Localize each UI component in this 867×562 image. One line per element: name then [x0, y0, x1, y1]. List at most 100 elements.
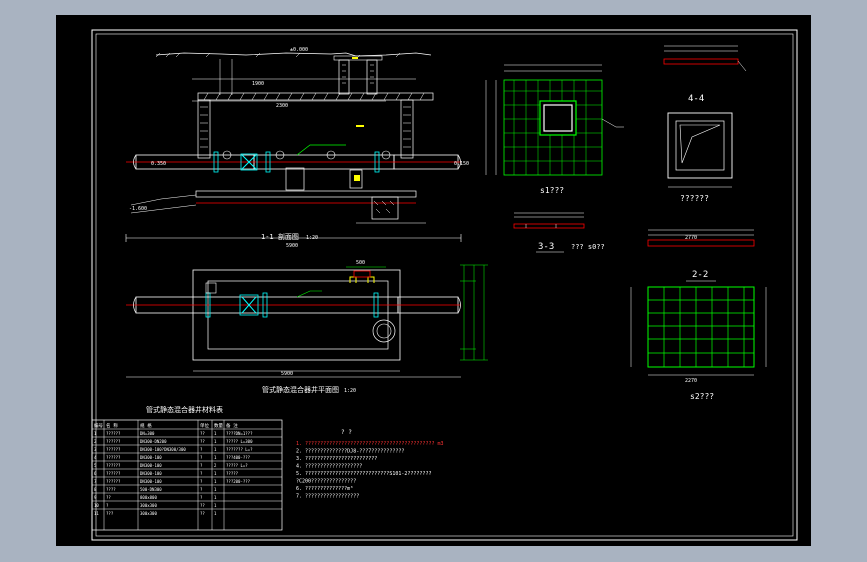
table-cell: ???: [106, 511, 114, 516]
table-cell: 11: [94, 511, 99, 516]
table-cell: 1: [94, 431, 97, 436]
note-line: 1. ?????????????????????????????????????…: [296, 441, 444, 447]
table-cell: 10: [94, 503, 99, 508]
notes-title: ? ?: [341, 429, 352, 436]
table-cell: 300x300: [140, 511, 157, 516]
table-cell: ??????: [106, 471, 121, 476]
table-cell: 1: [214, 439, 217, 444]
cover-slab-drawing: [667, 112, 733, 188]
table-cell: 1: [214, 455, 217, 460]
note-line: 3. ????????????????????????: [296, 456, 377, 462]
table-cell: 1: [214, 487, 217, 492]
dim-2300: 2300: [276, 103, 288, 109]
table-cell: ??????? L=?: [226, 447, 253, 452]
table-cell: 1: [214, 447, 217, 452]
note-line: 6. ??????????????m³: [296, 486, 353, 492]
label-s2: s2???: [690, 392, 714, 401]
section-4-4-title: 4-4: [688, 94, 704, 104]
section-3-3-drawing: [513, 212, 585, 229]
plan-view-drawing: [126, 264, 488, 378]
table-header-cell: 数量: [214, 422, 223, 429]
table-cell: 1: [214, 503, 217, 508]
dim-2270: 2270: [685, 378, 697, 384]
table-cell: ?: [200, 495, 203, 500]
dim-2770: 2770: [685, 235, 697, 241]
table-cell: ??????: [106, 455, 121, 460]
table-cell: 6: [94, 471, 97, 476]
table-cell: ?: [200, 447, 203, 452]
table-cell: ?: [200, 455, 203, 460]
section-4-4-drawing: [663, 45, 747, 72]
dim-1900: 1900: [252, 81, 264, 87]
elevation-label-bottom: -1.600: [129, 206, 147, 212]
note-line: ?C200???????????????: [296, 479, 356, 485]
table-cell: DN300-100: [140, 471, 162, 476]
table-cell: ???200-???: [226, 479, 251, 484]
materials-table-grid: [91, 419, 283, 531]
table-cell: DN300-100: [140, 479, 162, 484]
table-cell: ??????: [106, 439, 121, 444]
table-cell: 9: [94, 495, 97, 500]
table-cell: 300x300: [140, 503, 157, 508]
table-header-cell: 编号: [94, 422, 103, 429]
table-cell: ??: [200, 503, 205, 508]
table-cell: 7: [94, 479, 97, 484]
note-line: 7. ??????????????????: [296, 494, 359, 500]
table-cell: DN300-100?DN300/300: [140, 447, 186, 452]
table-cell: DN300-100: [140, 455, 162, 460]
section-2-2-drawing: [647, 229, 755, 247]
table-cell: ?: [200, 471, 203, 476]
label-cover-slab: ??????: [680, 194, 709, 203]
table-cell: ??????: [106, 431, 121, 436]
section-1-1-scale: 1:20: [306, 235, 318, 241]
table-cell: DN300-DN200: [140, 439, 167, 444]
elevation-label-top: ±0.000: [290, 47, 308, 53]
dim-500-plan: 500: [356, 260, 365, 266]
table-cell: DN=300: [140, 431, 155, 436]
inner-border: [95, 33, 794, 537]
table-cell: DN300-100: [140, 463, 162, 468]
dim-5900-plan: 5900: [281, 371, 293, 377]
table-cell: ??: [200, 511, 205, 516]
section-1-1-drawing: [125, 52, 462, 242]
materials-table-title: 管式静态混合器井材料表: [146, 405, 223, 414]
note-line: 5. ????????????????????????????S101-2???…: [296, 471, 431, 477]
section-3-3-subtitle: ??? s0??: [571, 243, 605, 251]
table-cell: ??????: [106, 463, 121, 468]
table-cell: 1: [214, 471, 217, 476]
section-3-3-title: 3-3: [538, 242, 554, 252]
table-cell: ????? L=?: [226, 463, 248, 468]
table-cell: ????: [106, 487, 116, 492]
table-cell: ??????: [106, 479, 121, 484]
table-cell: ????DN=1???: [226, 431, 253, 436]
label-s1: s1???: [540, 186, 564, 195]
table-header-cell: 名 称: [106, 422, 118, 429]
s1-rebar-plan: [485, 64, 624, 176]
table-cell: 4: [94, 455, 97, 460]
table-cell: 500-DN300: [140, 487, 162, 492]
table-cell: 1: [214, 431, 217, 436]
plan-title: 管式静态混合器井平面图: [262, 385, 339, 394]
cad-drawing-sheet: 0.350 0.150 ±0.000 -1.600 1900 2300 5900…: [91, 29, 798, 541]
table-cell: ????? L=300: [226, 439, 253, 444]
drawing-viewport: 0.350 0.150 ±0.000 -1.600 1900 2300 5900…: [56, 15, 811, 546]
table-cell: ???400-???: [226, 455, 251, 460]
table-cell: ??: [200, 431, 205, 436]
table-cell: 8: [94, 487, 97, 492]
section-2-2-title: 2-2: [692, 270, 708, 280]
table-cell: 3: [94, 447, 97, 452]
table-cell: ?: [200, 479, 203, 484]
table-cell: 2: [94, 439, 97, 444]
table-cell: ??: [200, 439, 205, 444]
table-cell: ?: [106, 503, 109, 508]
elevation-label-left: 0.350: [151, 161, 166, 167]
dim-5900: 5900: [286, 243, 298, 249]
notes-block: 1. ?????????????????????????????????????…: [296, 441, 444, 500]
table-cell: ??????: [106, 447, 121, 452]
table-cell: ??: [106, 495, 111, 500]
table-cell: 1: [214, 479, 217, 484]
table-cell: 5: [94, 463, 97, 468]
note-line: 2. ??????????????DJ8-???7???????????: [296, 449, 404, 455]
table-cell: 2: [214, 463, 217, 468]
table-header-cell: 备 注: [226, 422, 238, 429]
